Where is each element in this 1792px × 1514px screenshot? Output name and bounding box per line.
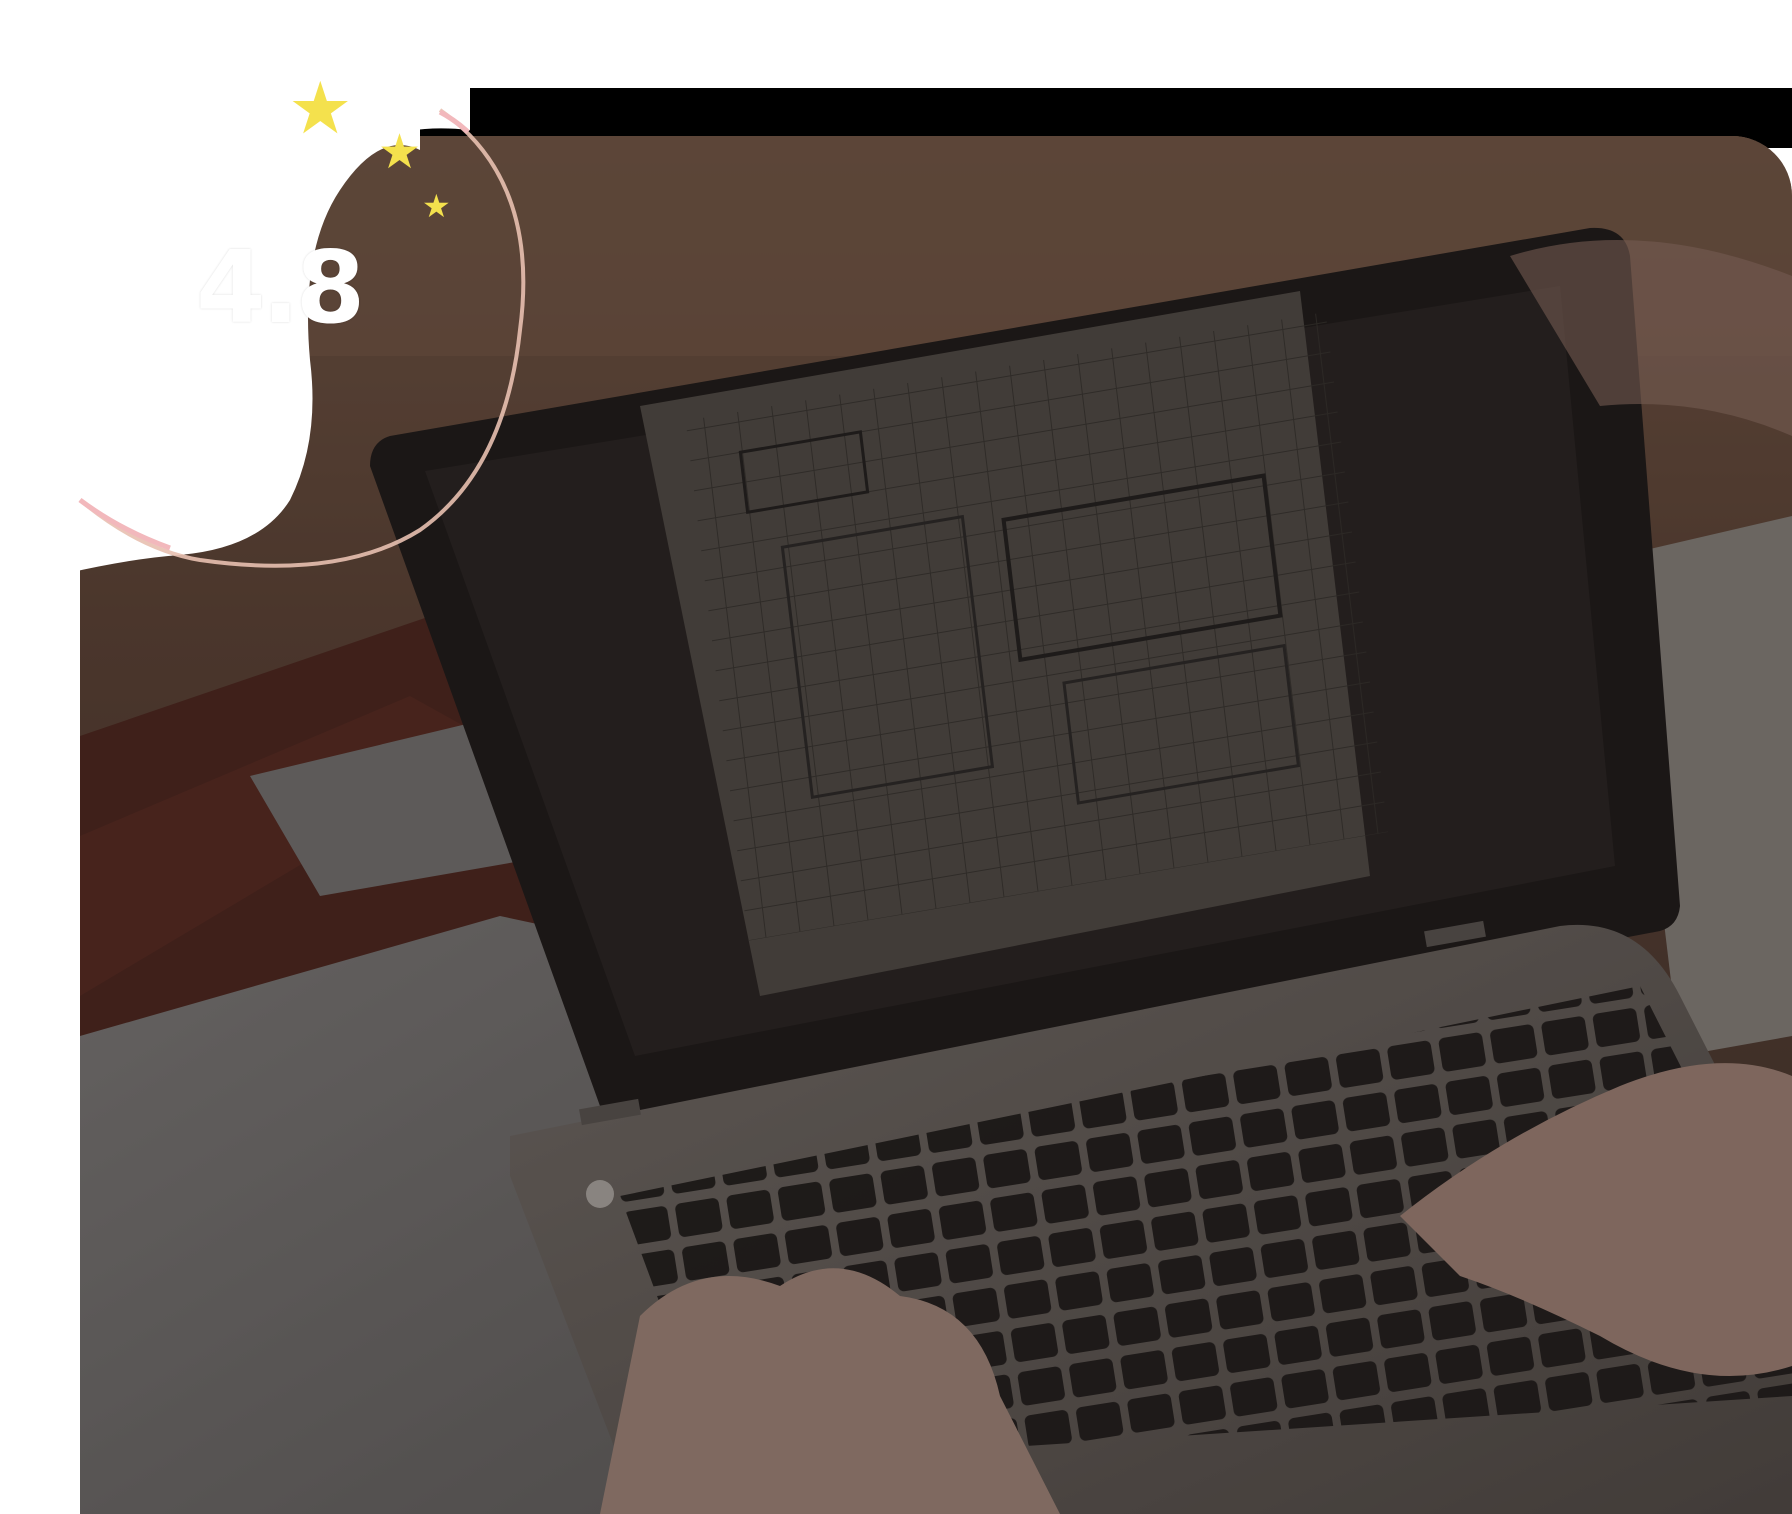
- star-icon: ★: [422, 187, 451, 225]
- star-icon: ★: [378, 124, 422, 180]
- rating-value: 4.8: [196, 229, 365, 346]
- star-icon: ★: [288, 66, 353, 150]
- hero-visual: ★ ★ ★ 4.8: [0, 0, 1792, 1514]
